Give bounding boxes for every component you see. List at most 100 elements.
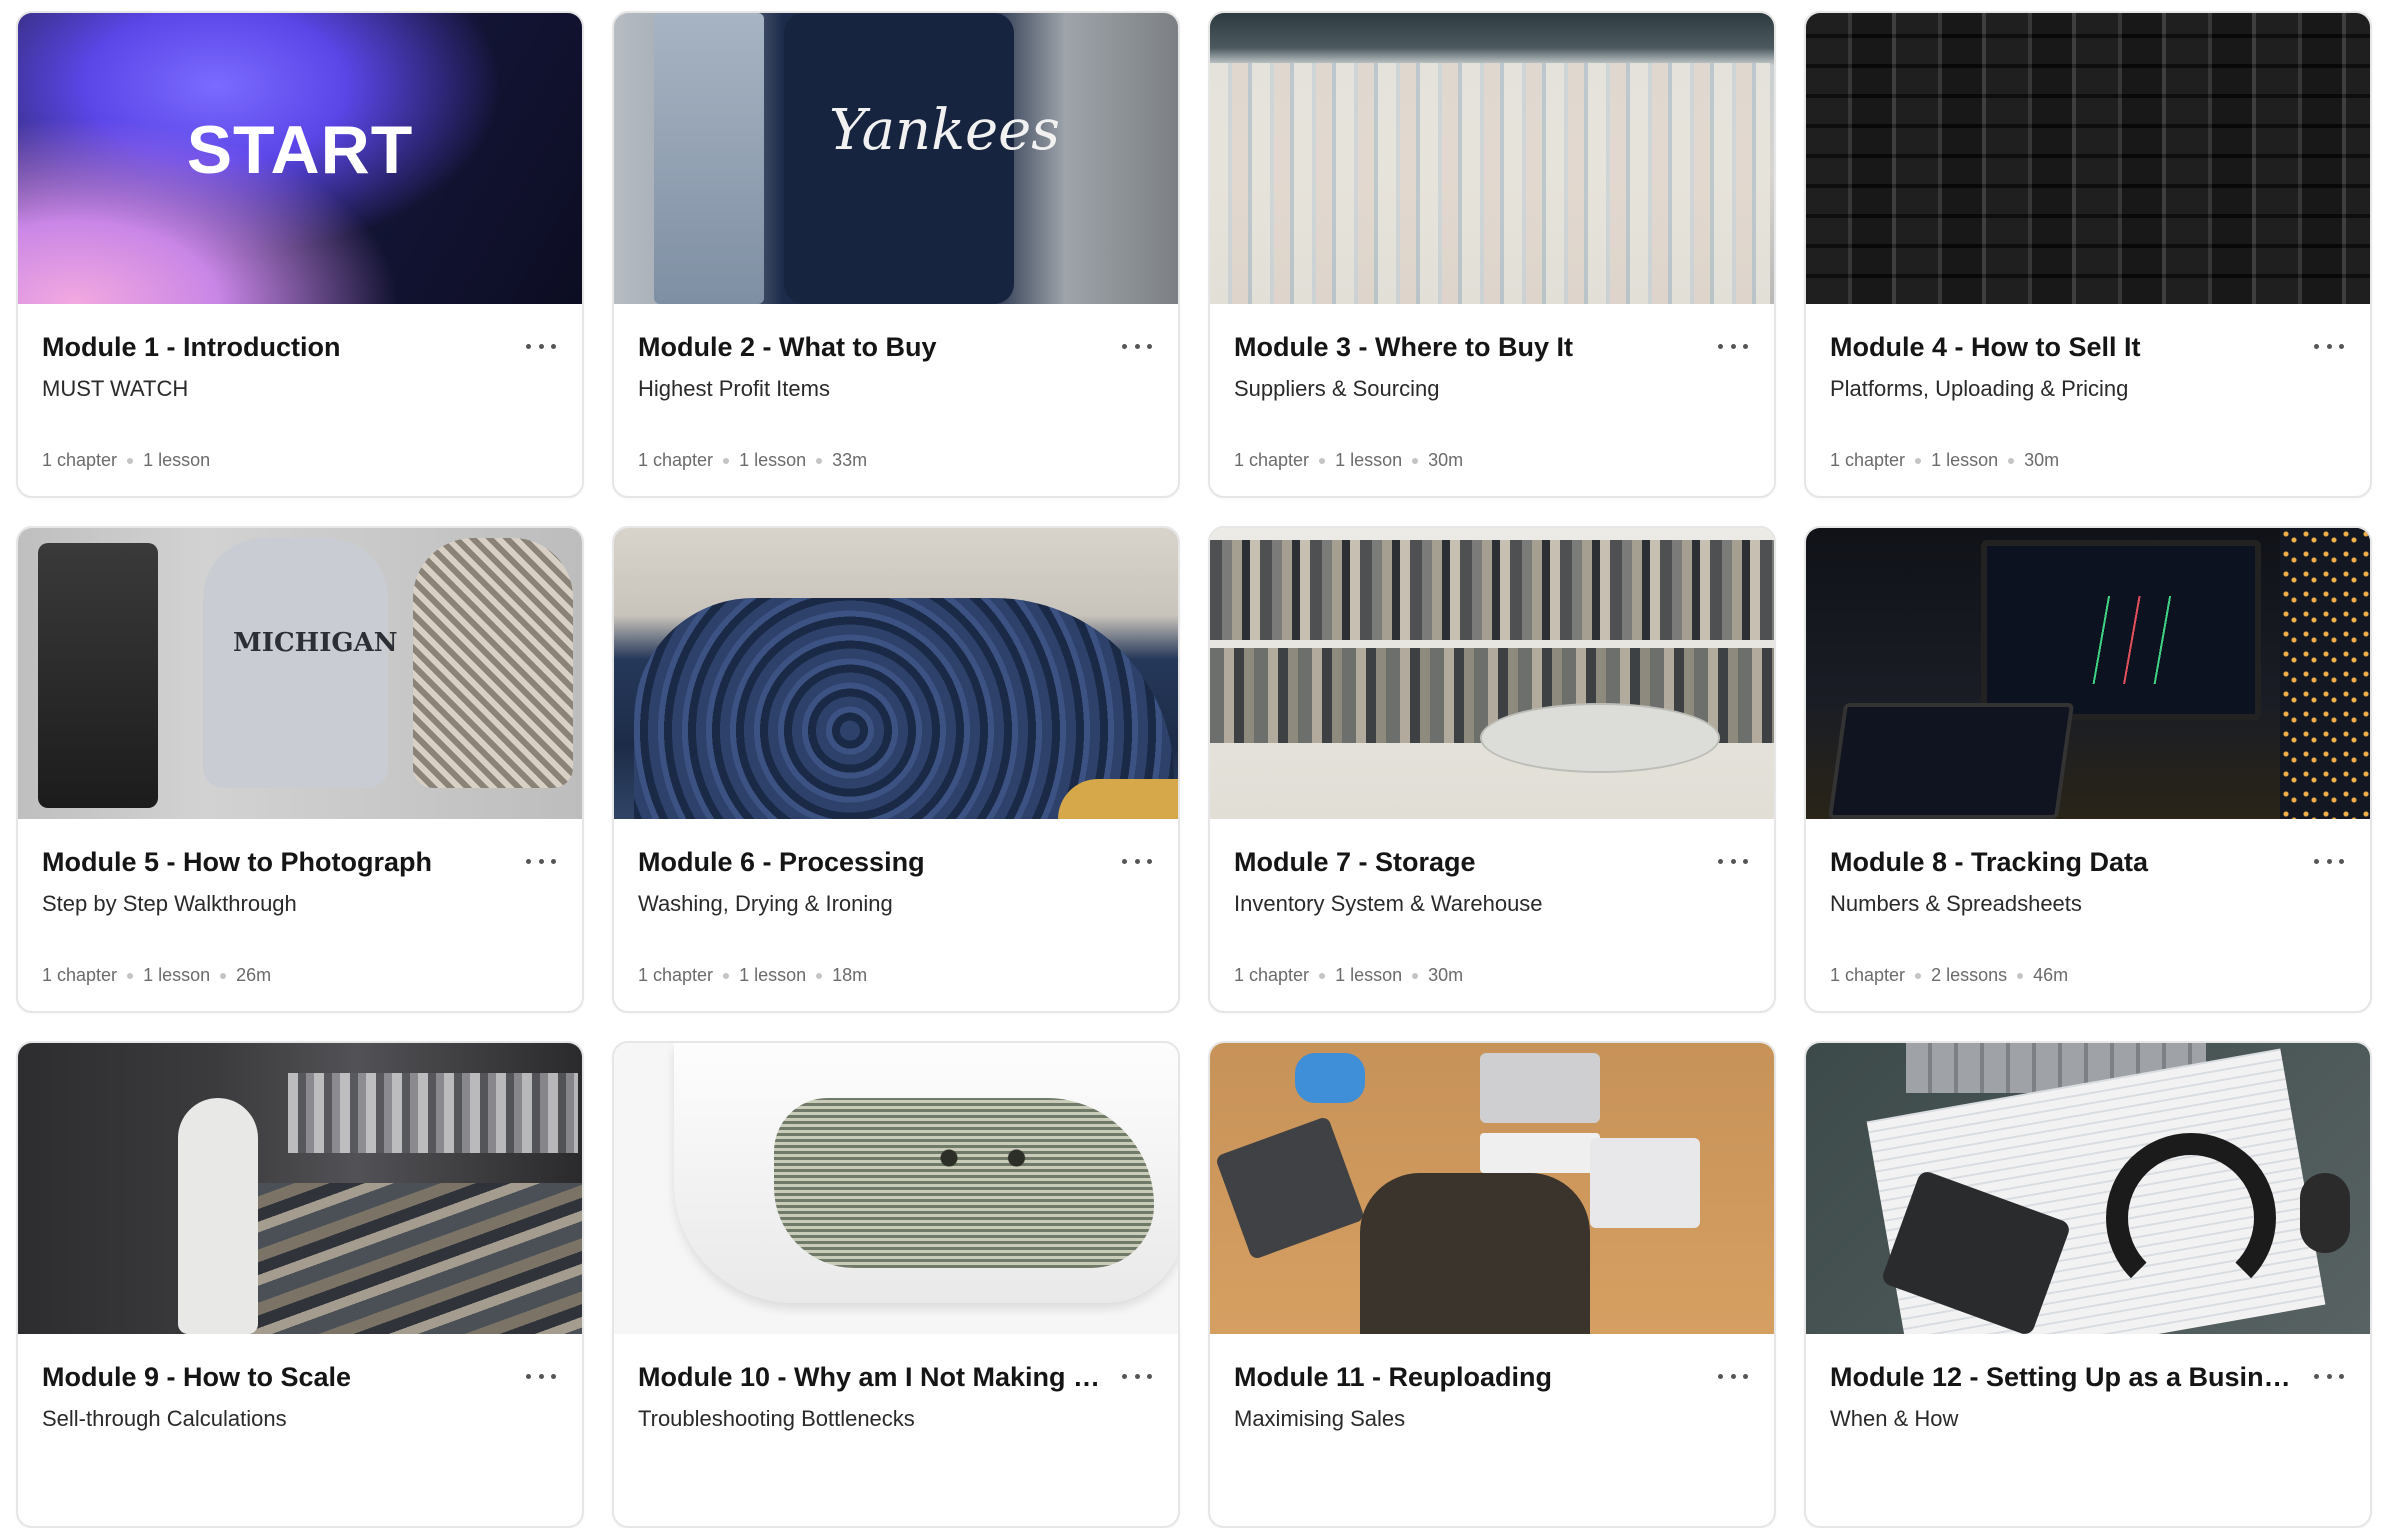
separator-dot	[1319, 457, 1326, 464]
more-horizontal-icon[interactable]	[526, 336, 556, 356]
module-subtitle: Platforms, Uploading & Pricing	[1830, 376, 2129, 401]
module-card-5[interactable]: MICHIGAN Module 5 - How to Photograph St…	[16, 526, 584, 1013]
module-card-2[interactable]: Yankees Module 2 - What to Buy Highest P…	[612, 11, 1180, 498]
trading-monitor-image	[1981, 540, 2261, 720]
module-subtitle: Maximising Sales	[1234, 1406, 1406, 1431]
module-subtitle: Highest Profit Items	[638, 376, 830, 401]
module-thumbnail[interactable]	[614, 1043, 1178, 1334]
module-card-9[interactable]: Module 9 - How to Scale Sell-through Cal…	[16, 1041, 584, 1528]
more-horizontal-icon[interactable]	[1718, 336, 1748, 356]
person-image	[1360, 1173, 1590, 1334]
separator-dot	[723, 972, 730, 979]
more-horizontal-icon[interactable]	[1122, 1366, 1152, 1386]
module-thumbnail[interactable]	[1806, 528, 2370, 819]
separator-dot	[1915, 457, 1922, 464]
table-image	[1480, 703, 1720, 773]
lesson-count: 2 lessons	[1931, 965, 2008, 985]
checked-hoodie-image	[413, 538, 573, 788]
more-horizontal-icon[interactable]	[2314, 1366, 2344, 1386]
module-thumbnail[interactable]	[18, 1043, 582, 1334]
more-horizontal-icon[interactable]	[2314, 336, 2344, 356]
more-horizontal-icon[interactable]	[1122, 336, 1152, 356]
more-horizontal-icon[interactable]	[1122, 851, 1152, 871]
module-title[interactable]: Module 1 - Introduction	[42, 332, 512, 363]
parcels-image	[1806, 13, 2370, 304]
module-thumbnail[interactable]: START	[18, 13, 582, 304]
module-meta: 1 chapter 1 lesson 18m	[638, 965, 867, 986]
module-card-3[interactable]: Module 3 - Where to Buy It Suppliers & S…	[1208, 11, 1776, 498]
separator-dot	[723, 457, 730, 464]
chapter-count: 1 chapter	[1234, 450, 1310, 470]
module-card-11[interactable]: Module 11 - Reuploading Maximising Sales	[1208, 1041, 1776, 1528]
module-meta: 1 chapter 1 lesson	[42, 450, 210, 471]
more-horizontal-icon[interactable]	[2314, 851, 2344, 871]
module-title[interactable]: Module 9 - How to Scale	[42, 1362, 512, 1393]
start-graphic-text: START	[186, 112, 414, 188]
hoodie-lettering: MICHIGAN	[233, 628, 398, 658]
duration: 18m	[832, 965, 868, 985]
more-horizontal-icon[interactable]	[1718, 1366, 1748, 1386]
separator-dot	[1915, 972, 1922, 979]
clothing-rack-image	[1210, 540, 1774, 640]
module-title[interactable]: Module 6 - Processing	[638, 847, 1108, 878]
chapter-count: 1 chapter	[1234, 965, 1310, 985]
module-title[interactable]: Module 11 - Reuploading	[1234, 1362, 1704, 1393]
module-thumbnail[interactable]	[1210, 1043, 1774, 1334]
module-card-1[interactable]: START Module 1 - Introduction MUST WATCH…	[16, 11, 584, 498]
mouse-image	[2300, 1173, 2350, 1253]
jeans-image	[654, 13, 764, 304]
module-card-10[interactable]: Module 10 - Why am I Not Making Mo... Tr…	[612, 1041, 1180, 1528]
module-meta: 1 chapter 1 lesson 33m	[638, 450, 867, 471]
module-title[interactable]: Module 12 - Setting Up as a Business	[1830, 1362, 2300, 1393]
more-horizontal-icon[interactable]	[526, 1366, 556, 1386]
pants-image	[38, 543, 158, 808]
lesson-count: 1 lesson	[1931, 450, 1999, 470]
module-meta: 1 chapter 2 lessons 46m	[1830, 965, 2068, 986]
blue-bag-image	[1295, 1053, 1365, 1103]
module-card-6[interactable]: Module 6 - Processing Washing, Drying & …	[612, 526, 1180, 1013]
module-title[interactable]: Module 7 - Storage	[1234, 847, 1704, 878]
chapter-count: 1 chapter	[1830, 965, 1906, 985]
module-thumbnail[interactable]: MICHIGAN	[18, 528, 582, 819]
module-card-12[interactable]: Module 12 - Setting Up as a Business Whe…	[1804, 1041, 2372, 1528]
module-subtitle: Inventory System & Warehouse	[1234, 891, 1543, 916]
module-title[interactable]: Module 3 - Where to Buy It	[1234, 332, 1704, 363]
laptop-image	[1214, 1115, 1366, 1261]
chapter-count: 1 chapter	[42, 965, 118, 985]
module-meta: 1 chapter 1 lesson 30m	[1234, 450, 1463, 471]
module-card-8[interactable]: Module 8 - Tracking Data Numbers & Sprea…	[1804, 526, 2372, 1013]
module-thumbnail[interactable]	[1210, 13, 1774, 304]
portrait-eyes-image	[904, 1138, 1054, 1178]
laptop-image	[1480, 1053, 1600, 1123]
chapter-count: 1 chapter	[42, 450, 118, 470]
module-card-4[interactable]: Module 4 - How to Sell It Platforms, Upl…	[1804, 11, 2372, 498]
more-horizontal-icon[interactable]	[1718, 851, 1748, 871]
banknote-image	[774, 1098, 1154, 1268]
module-thumbnail[interactable]	[1806, 13, 2370, 304]
module-title[interactable]: Module 4 - How to Sell It	[1830, 332, 2300, 363]
module-title[interactable]: Module 2 - What to Buy	[638, 332, 1108, 363]
module-thumbnail[interactable]: Yankees	[614, 13, 1178, 304]
module-title[interactable]: Module 5 - How to Photograph	[42, 847, 512, 878]
lesson-count: 1 lesson	[739, 450, 807, 470]
module-title[interactable]: Module 8 - Tracking Data	[1830, 847, 2300, 878]
jacket-lettering: Yankees	[829, 98, 1061, 163]
module-thumbnail[interactable]	[1806, 1043, 2370, 1334]
separator-dot	[127, 457, 134, 464]
headphones-image	[2106, 1133, 2276, 1303]
warehouse-bales-image	[1210, 63, 1770, 304]
lesson-count: 1 lesson	[1335, 450, 1403, 470]
separator-dot	[1412, 457, 1419, 464]
more-horizontal-icon[interactable]	[526, 851, 556, 871]
duration: 30m	[1428, 450, 1464, 470]
module-grid: START Module 1 - Introduction MUST WATCH…	[16, 11, 2376, 1528]
module-card-7[interactable]: Module 7 - Storage Inventory System & Wa…	[1208, 526, 1776, 1013]
laptop-image	[1827, 703, 2075, 819]
yellow-garment-image	[1058, 779, 1178, 819]
clothing-rack-image	[288, 1073, 578, 1153]
separator-dot	[2017, 972, 2024, 979]
module-title[interactable]: Module 10 - Why am I Not Making Mo...	[638, 1362, 1108, 1393]
module-thumbnail[interactable]	[1210, 528, 1774, 819]
laptop-image	[1590, 1138, 1700, 1228]
module-thumbnail[interactable]	[614, 528, 1178, 819]
